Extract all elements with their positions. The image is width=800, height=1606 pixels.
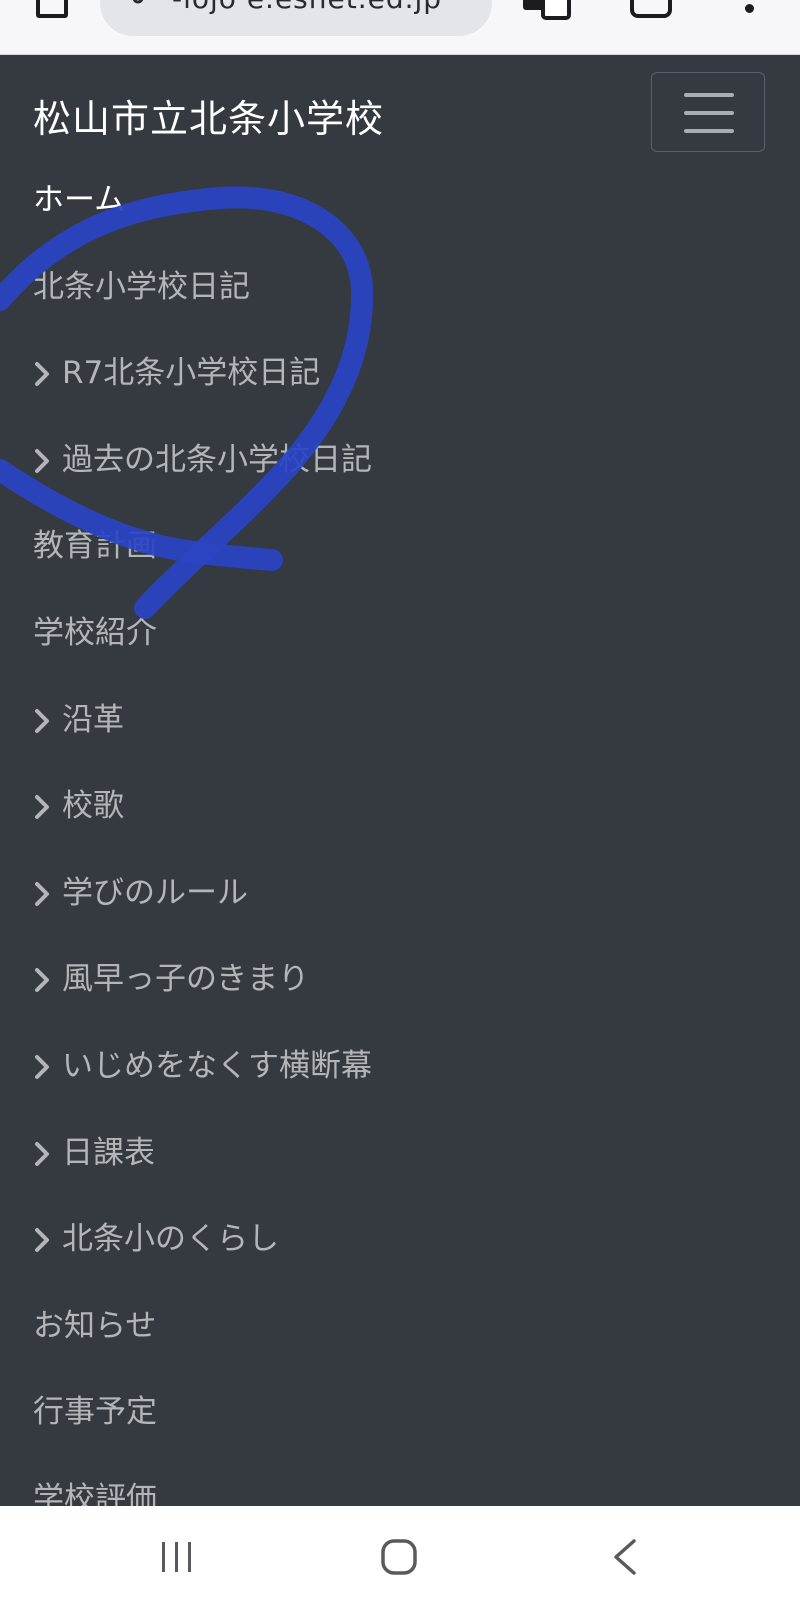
- hamburger-icon-bar: [684, 111, 734, 115]
- nav-item[interactable]: 日課表: [33, 1133, 155, 1173]
- nav-item-label: お知らせ: [33, 1308, 157, 1344]
- chevron-right-icon: [33, 786, 62, 830]
- more-options-icon[interactable]: [745, 4, 754, 13]
- nav-item[interactable]: ホーム: [33, 180, 125, 220]
- chevron-right-icon: [33, 959, 62, 1003]
- chevron-right-icon: [33, 700, 62, 744]
- nav-item-label: 学びのルール: [62, 875, 248, 911]
- site-title[interactable]: 松山市立北条小学校: [33, 88, 384, 143]
- nav-item[interactable]: お知らせ: [33, 1306, 156, 1346]
- nav-item-label: 風早っ子のきまり: [62, 961, 310, 997]
- tabs-icon[interactable]: [630, 0, 672, 18]
- nav-item-label: 校歌: [62, 788, 124, 824]
- chevron-right-icon: [33, 873, 62, 917]
- nav-item[interactable]: 教育計画: [33, 526, 157, 566]
- nav-item[interactable]: 行事予定: [33, 1392, 157, 1432]
- nav-item[interactable]: いじめをなくす横断幕: [33, 1046, 372, 1086]
- nav-item-label: ホーム: [33, 182, 126, 218]
- nav-item[interactable]: 風早っ子のきまり: [33, 959, 309, 999]
- navbar-toggler-button[interactable]: [651, 72, 765, 152]
- hamburger-icon: [684, 93, 734, 97]
- nav-item-label: 教育計画: [33, 528, 157, 564]
- chevron-right-icon: [33, 353, 62, 397]
- home-icon[interactable]: [380, 1538, 418, 1576]
- nav-item-label: いじめをなくす横断幕: [62, 1048, 372, 1084]
- recent-apps-icon[interactable]: [160, 1540, 194, 1574]
- browser-toolbar: -lojo e.esnet.ed.jp: [0, 0, 800, 55]
- nav-item[interactable]: 校歌: [33, 786, 124, 826]
- nav-item[interactable]: 学びのルール: [33, 873, 248, 913]
- nav-item-label: R7北条小学校日記: [62, 355, 321, 391]
- nav-item-label: 過去の北条小学校日記: [62, 442, 372, 478]
- nav-item[interactable]: 沿革: [33, 700, 124, 740]
- chevron-right-icon: [33, 1046, 62, 1090]
- translate-icon[interactable]: [521, 0, 571, 20]
- nav-item[interactable]: 過去の北条小学校日記: [33, 440, 372, 480]
- url-text: -lojo e.esnet.ed.jp: [172, 0, 442, 15]
- nav-item-label: 学校紹介: [33, 615, 157, 651]
- hamburger-icon-bar: [684, 129, 734, 133]
- chevron-right-icon: [33, 1219, 62, 1263]
- home-tab-icon[interactable]: [36, 0, 68, 18]
- nav-item-label: 日課表: [62, 1135, 155, 1171]
- nav-item[interactable]: 学校紹介: [33, 613, 157, 653]
- nav-item[interactable]: 北条小のくらし: [33, 1219, 279, 1259]
- system-navigation-bar: [0, 1506, 800, 1606]
- back-icon[interactable]: [610, 1538, 640, 1576]
- chevron-right-icon: [33, 1133, 62, 1177]
- site-settings-icon[interactable]: [118, 0, 146, 6]
- nav-item-label: 行事予定: [33, 1394, 157, 1430]
- nav-item-label: 北条小のくらし: [62, 1221, 279, 1257]
- chevron-right-icon: [33, 440, 62, 484]
- nav-item[interactable]: 北条小学校日記: [33, 267, 250, 307]
- nav-item-label: 沿革: [62, 702, 124, 738]
- nav-item-label: 北条小学校日記: [33, 269, 250, 305]
- address-bar[interactable]: -lojo e.esnet.ed.jp: [100, 0, 492, 36]
- nav-item[interactable]: R7北条小学校日記: [33, 353, 320, 393]
